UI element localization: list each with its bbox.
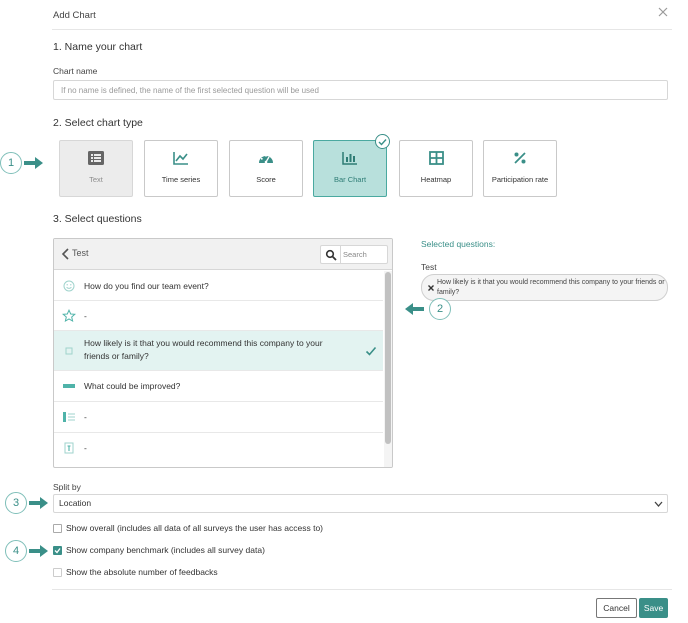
chart-type-score[interactable]: Score [229, 140, 303, 197]
callout-3: 3 [5, 492, 27, 514]
chart-name-label: Chart name [53, 66, 98, 76]
bar-chart-icon [342, 152, 357, 165]
list-icon [88, 151, 104, 165]
selected-question-text: How likely is it that you would recommen… [437, 279, 665, 296]
split-by-value: Location [59, 498, 92, 508]
question-folder-title: Test [72, 248, 89, 258]
close-icon[interactable] [656, 5, 670, 19]
text-block-icon [64, 442, 74, 454]
question-search [320, 245, 388, 264]
gauge-icon [259, 155, 273, 164]
chart-type-heatmap[interactable]: Heatmap [399, 140, 473, 197]
chart-type-label: Participation rate [491, 175, 549, 184]
percent-icon [514, 152, 526, 164]
question-text: - [84, 412, 87, 422]
chart-type-participation-rate[interactable]: Participation rate [483, 140, 557, 197]
question-item[interactable]: - [54, 433, 383, 464]
question-item[interactable]: - [54, 301, 383, 331]
dialog-title: Add Chart [53, 10, 96, 21]
chart-type-label: Score [256, 175, 276, 184]
selected-question-chip: How likely is it that you would recommen… [421, 274, 668, 301]
header-divider [52, 29, 672, 30]
chart-type-label: Bar Chart [333, 175, 367, 184]
search-separator [340, 246, 341, 263]
check-icon [365, 346, 377, 356]
show-overall-checkbox[interactable] [53, 524, 62, 533]
nps-icon [65, 347, 73, 355]
selected-questions-group: Test [421, 262, 437, 272]
grid-icon [428, 151, 444, 165]
option-label: Show overall (includes all data of all s… [66, 523, 324, 533]
question-text: What could be improved? [84, 381, 181, 391]
option-absolute-number[interactable]: Show the absolute number of feedbacks [53, 567, 243, 579]
arrow-left-icon [405, 303, 424, 315]
question-scrollbar-thumb[interactable] [385, 272, 391, 444]
arrow-right-icon [29, 497, 48, 509]
question-text: How likely is it that you would recommen… [84, 338, 323, 361]
question-item[interactable]: - [54, 402, 383, 433]
arrow-right-icon [29, 545, 48, 557]
chart-type-label: Text [89, 175, 103, 184]
footer-divider [52, 589, 672, 590]
section-title-name: 1. Name your chart [53, 41, 143, 53]
chart-type-label: Time series [161, 175, 201, 184]
absolute-number-checkbox[interactable] [53, 568, 62, 577]
question-item[interactable]: What could be improved? [54, 371, 383, 402]
option-label: Show the absolute number of feedbacks [66, 567, 218, 577]
text-field-icon [63, 384, 75, 388]
section-title-chart-type: 2. Select chart type [53, 117, 143, 129]
question-text: - [84, 311, 87, 321]
remove-icon[interactable] [427, 284, 435, 292]
selected-questions-title: Selected questions: [421, 239, 496, 249]
chart-type-label: Heatmap [420, 175, 452, 184]
check-icon [54, 548, 61, 554]
option-company-benchmark[interactable]: Show company benchmark (includes all sur… [53, 545, 293, 557]
question-panel: Test How do you find our team event? - H… [53, 238, 393, 468]
save-button[interactable]: Save [639, 598, 668, 618]
question-search-input[interactable] [343, 248, 386, 261]
matrix-icon [63, 412, 75, 422]
cancel-button[interactable]: Cancel [596, 598, 637, 618]
chevron-down-icon [654, 501, 663, 507]
option-label: Show company benchmark (includes all sur… [66, 545, 265, 555]
callout-2: 2 [429, 298, 451, 320]
question-text: How do you find our team event? [84, 281, 209, 291]
callout-1: 1 [0, 152, 22, 174]
star-icon [62, 309, 76, 323]
split-by-label: Split by [53, 482, 81, 492]
selected-check-icon [375, 134, 390, 149]
callout-4: 4 [5, 540, 27, 562]
chart-type-text[interactable]: Text [59, 140, 133, 197]
chart-name-input[interactable] [53, 80, 668, 100]
split-by-select[interactable]: Location [53, 494, 668, 513]
section-title-questions: 3. Select questions [53, 213, 142, 225]
search-icon[interactable] [325, 249, 337, 261]
chevron-left-icon[interactable] [61, 248, 71, 260]
option-show-overall[interactable]: Show overall (includes all data of all s… [53, 523, 353, 535]
question-panel-header: Test [54, 239, 392, 270]
chart-type-bar-chart[interactable]: Bar Chart [313, 140, 387, 197]
question-item-selected[interactable]: How likely is it that you would recommen… [54, 331, 383, 371]
line-chart-icon [173, 152, 188, 165]
question-text: - [84, 443, 87, 453]
chart-type-time-series[interactable]: Time series [144, 140, 218, 197]
arrow-right-icon [24, 157, 43, 169]
question-item[interactable]: How do you find our team event? [54, 271, 383, 301]
company-benchmark-checkbox[interactable] [53, 546, 62, 555]
smiley-icon [63, 280, 75, 292]
